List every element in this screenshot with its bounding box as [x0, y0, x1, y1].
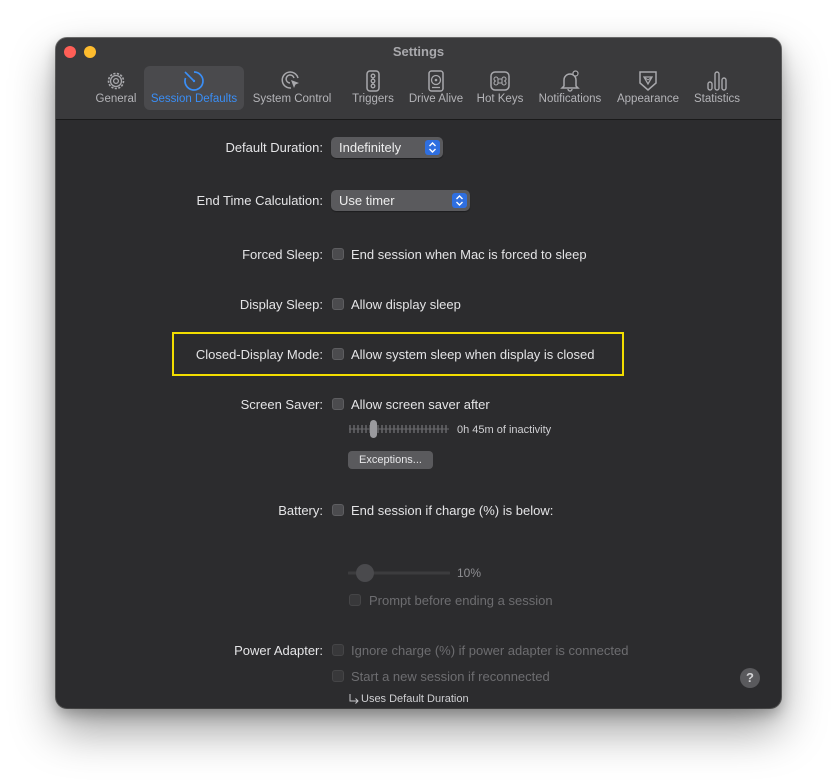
display-sleep-option[interactable]: Allow display sleep: [351, 297, 461, 312]
exceptions-button[interactable]: Exceptions...: [348, 451, 433, 469]
tab-system-control-label: System Control: [252, 93, 332, 105]
forced-sleep-option[interactable]: End session when Mac is forced to sleep: [351, 247, 587, 262]
closed-display-mode-label: Closed-Display Mode:: [195, 347, 323, 362]
tab-appearance[interactable]: Appearance: [613, 66, 683, 110]
ignore-charge-checkbox[interactable]: [332, 644, 344, 656]
power-adapter-label: Power Adapter:: [234, 643, 323, 658]
chevron-updown-icon: [425, 140, 440, 155]
tab-drive-alive-label: Drive Alive: [408, 93, 464, 105]
tab-drive-alive[interactable]: Drive Alive: [405, 66, 467, 110]
help-button[interactable]: ?: [740, 668, 760, 688]
tab-general[interactable]: General: [89, 66, 143, 110]
default-duration-label: Default Duration:: [225, 140, 323, 155]
session-defaults-pane: Default Duration: Indefinitely End Time …: [56, 120, 781, 708]
tab-notifications[interactable]: Notifications: [533, 66, 607, 110]
display-sleep-label: Display Sleep:: [239, 297, 323, 312]
end-time-calculation-popup[interactable]: Use timer: [331, 190, 470, 211]
tab-hot-keys-label: Hot Keys: [476, 93, 524, 105]
closed-display-mode-checkbox[interactable]: [332, 348, 344, 360]
gear-icon: [107, 72, 125, 90]
drive-icon: [428, 70, 444, 92]
new-session-checkbox[interactable]: [332, 670, 344, 682]
tab-general-label: General: [95, 93, 137, 105]
battery-option[interactable]: End session if charge (%) is below:: [351, 503, 553, 518]
battery-checkbox[interactable]: [332, 504, 344, 516]
forced-sleep-checkbox[interactable]: [332, 248, 344, 260]
tab-triggers-label: Triggers: [352, 93, 394, 105]
ignore-charge-option[interactable]: Ignore charge (%) if power adapter is co…: [351, 643, 629, 658]
default-duration-popup[interactable]: Indefinitely: [331, 137, 443, 158]
new-session-option[interactable]: Start a new session if reconnected: [351, 669, 550, 684]
end-time-calculation-label: End Time Calculation:: [196, 193, 323, 208]
inactivity-text: 0h 45m of inactivity: [457, 424, 552, 436]
screen-saver-label: Screen Saver:: [240, 397, 323, 412]
tab-statistics-label: Statistics: [693, 93, 740, 105]
display-sleep-checkbox[interactable]: [332, 298, 344, 310]
bell-icon: [560, 70, 580, 92]
battery-slider[interactable]: [348, 562, 450, 584]
return-arrow-icon: [349, 694, 359, 704]
tab-notifications-label: Notifications: [538, 93, 602, 105]
settings-window: Settings General Session Defaults System…: [56, 38, 781, 708]
prompt-before-ending-option[interactable]: Prompt before ending a session: [369, 593, 553, 608]
uses-default-duration-note: Uses Default Duration: [361, 693, 469, 705]
closed-display-mode-option[interactable]: Allow system sleep when display is close…: [351, 347, 595, 362]
battery-threshold-value: 10%: [457, 566, 482, 580]
timer-icon: [184, 71, 204, 91]
window-title: Settings: [392, 44, 445, 59]
tab-triggers[interactable]: Triggers: [346, 66, 400, 110]
screen-saver-option[interactable]: Allow screen saver after: [351, 397, 490, 412]
tab-hot-keys[interactable]: Hot Keys: [472, 66, 528, 110]
toolbar: Settings General Session Defaults System…: [56, 38, 781, 120]
cursor-click-icon: [281, 71, 299, 89]
screen-saver-checkbox[interactable]: [332, 398, 344, 410]
default-duration-value: Indefinitely: [339, 140, 402, 155]
chevron-updown-icon: [452, 193, 467, 208]
tab-system-control[interactable]: System Control: [247, 66, 337, 110]
tab-appearance-label: Appearance: [616, 93, 680, 105]
tab-session-defaults-label: Session Defaults: [150, 93, 238, 105]
triggers-icon: [366, 70, 380, 92]
tab-statistics[interactable]: Statistics: [689, 66, 745, 110]
command-key-icon: [490, 71, 510, 91]
screen-saver-slider[interactable]: [348, 418, 450, 440]
forced-sleep-label: Forced Sleep:: [242, 247, 323, 262]
end-time-calculation-value: Use timer: [339, 193, 395, 208]
badge-icon: [639, 71, 657, 91]
prompt-before-ending-checkbox[interactable]: [349, 594, 361, 606]
tab-session-defaults[interactable]: Session Defaults: [144, 66, 244, 110]
bar-chart-icon: [707, 71, 727, 91]
battery-label: Battery:: [278, 503, 323, 518]
